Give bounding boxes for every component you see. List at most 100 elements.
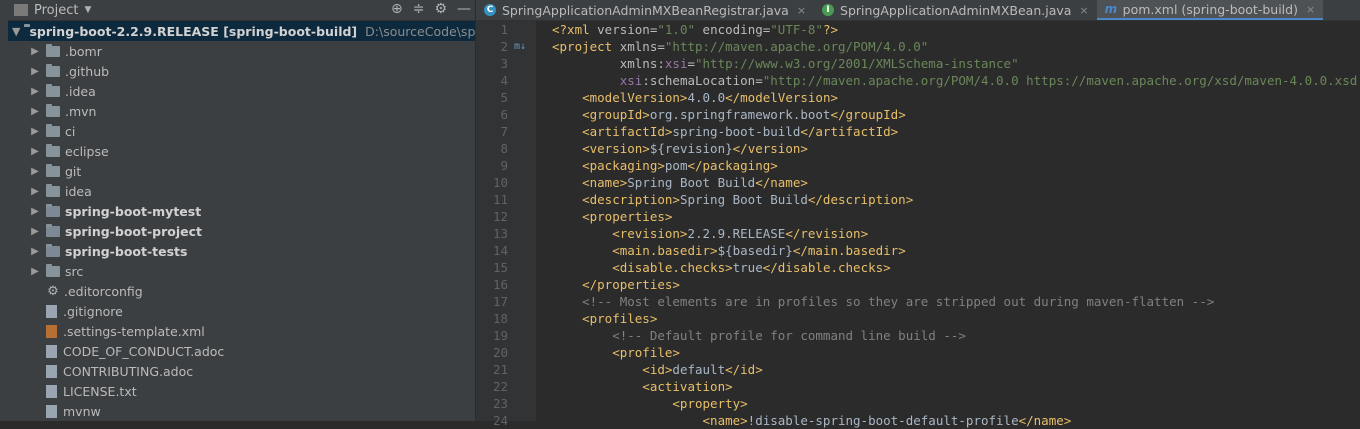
- folder-icon: [46, 63, 60, 77]
- code-token: org.springframework.boot: [649, 107, 831, 122]
- code-text: <id>default</id>: [542, 361, 763, 378]
- tree-item-label: git: [65, 163, 82, 179]
- collapsed-arrow-icon[interactable]: ▶: [30, 46, 40, 57]
- code-line: 7 <artifactId>spring-boot-build</artifac…: [476, 123, 1360, 140]
- code-line: 9 <packaging>pom</packaging>: [476, 157, 1360, 174]
- code-token: </id>: [725, 362, 763, 377]
- code-text: <property>: [542, 395, 747, 412]
- tree-item[interactable]: .gitignore: [8, 301, 475, 321]
- tree-item[interactable]: ▶ spring-boot-project: [8, 221, 475, 241]
- gutter-mark: [514, 106, 542, 123]
- maven-icon: m: [1104, 2, 1118, 16]
- code-token: "UTF-8": [770, 22, 823, 37]
- tree-item[interactable]: ⚙ .editorconfig: [8, 281, 475, 301]
- line-number: 3: [500, 56, 508, 71]
- tree-item[interactable]: ▶ idea: [8, 181, 475, 201]
- code-text: <description>Spring Boot Build</descript…: [542, 191, 913, 208]
- tree-item[interactable]: .settings-template.xml: [8, 321, 475, 341]
- collapsed-arrow-icon[interactable]: ▶: [30, 86, 40, 97]
- locate-icon[interactable]: ⊕: [391, 1, 403, 17]
- code-token: </modelVersion>: [725, 90, 838, 105]
- project-panel-title[interactable]: Project: [34, 3, 78, 18]
- gutter-mark: [514, 55, 542, 72]
- close-icon[interactable]: ×: [1306, 3, 1315, 16]
- tree-item[interactable]: mvnw: [8, 401, 475, 421]
- tree-item-label: ci: [65, 123, 76, 139]
- tree-root[interactable]: ▼ spring-boot-2.2.9.RELEASE [spring-boot…: [8, 21, 475, 41]
- code-line: 4 xsi:schemaLocation="http://maven.apach…: [476, 72, 1360, 89]
- editor-tab[interactable]: m pom.xml (spring-boot-build) ×: [1096, 0, 1324, 20]
- collapsed-arrow-icon[interactable]: ▶: [30, 106, 40, 117]
- code-text: <properties>: [542, 208, 672, 225]
- code-token: </artifactId>: [800, 124, 899, 139]
- tree-item-label: mvnw: [63, 403, 101, 419]
- tree-item[interactable]: CODE_OF_CONDUCT.adoc: [8, 341, 475, 361]
- code-line: 15 <disable.checks>true</disable.checks>: [476, 259, 1360, 276]
- editor-tab[interactable]: I SpringApplicationAdminMXBean.java ×: [814, 0, 1097, 20]
- tree-item[interactable]: CONTRIBUTING.adoc: [8, 361, 475, 381]
- close-icon[interactable]: ×: [797, 4, 806, 17]
- java-class-icon: C: [484, 4, 496, 16]
- tree-item[interactable]: ▶ spring-boot-tests: [8, 241, 475, 261]
- line-number: 13: [492, 226, 508, 241]
- collapsed-arrow-icon[interactable]: ▶: [30, 66, 40, 77]
- code-line: 20 <profile>: [476, 344, 1360, 361]
- collapsed-arrow-icon[interactable]: ▶: [30, 226, 40, 237]
- code-token: <!-- Most elements are in profiles so th…: [552, 294, 1215, 309]
- tree-item[interactable]: ▶ .bomr: [8, 41, 475, 61]
- collapsed-arrow-icon[interactable]: ▶: [30, 146, 40, 157]
- tree-item-label: idea: [65, 183, 92, 199]
- expanded-arrow-icon[interactable]: ▼: [12, 25, 20, 38]
- tree-item[interactable]: ▶ .github: [8, 61, 475, 81]
- code-line: 8 <version>${revision}</version>: [476, 140, 1360, 157]
- editor-tabs: C SpringApplicationAdminMXBeanRegistrar.j…: [476, 0, 1360, 21]
- code-token: <activation>: [552, 379, 733, 394]
- code-token: spring-boot-build: [672, 124, 801, 139]
- code-token: <?xml: [552, 22, 598, 37]
- collapsed-arrow-icon[interactable]: ▶: [30, 266, 40, 277]
- tree-item[interactable]: ▶ src: [8, 261, 475, 281]
- maven-override-icon[interactable]: m↓: [514, 38, 542, 55]
- collapsed-arrow-icon[interactable]: ▶: [30, 246, 40, 257]
- chevron-down-icon[interactable]: ▼: [84, 5, 91, 15]
- tree-item[interactable]: ▶ git: [8, 161, 475, 181]
- tree-item[interactable]: ▶ spring-boot-mytest: [8, 201, 475, 221]
- tree-item[interactable]: LICENSE.txt: [8, 381, 475, 401]
- tree-item[interactable]: ▶ .mvn: [8, 101, 475, 121]
- code-view[interactable]: 1 <?xml version="1.0" encoding="UTF-8"?> 2…: [476, 21, 1360, 429]
- line-number: 8: [500, 141, 508, 156]
- code-line: 21 <id>default</id>: [476, 361, 1360, 378]
- code-token: <properties>: [552, 209, 673, 224]
- code-token: :schemaLocation=: [642, 73, 763, 88]
- editor-tab[interactable]: C SpringApplicationAdminMXBeanRegistrar.j…: [476, 0, 814, 20]
- tree-item[interactable]: ▶ ci: [8, 121, 475, 141]
- line-number: 1: [500, 22, 508, 37]
- code-token: <profiles>: [552, 311, 658, 326]
- tree-item-label: spring-boot-project: [65, 223, 203, 239]
- tree-item[interactable]: ▶ .idea: [8, 81, 475, 101]
- line-number: 5: [500, 90, 508, 105]
- line-number: 2: [500, 39, 508, 54]
- folder-icon: [46, 163, 60, 177]
- close-icon[interactable]: ×: [1079, 4, 1088, 17]
- hide-icon[interactable]: —: [457, 1, 471, 17]
- file-icon: [46, 384, 57, 398]
- gutter-mark: [514, 310, 542, 327]
- code-text: <activation>: [542, 378, 733, 395]
- collapsed-arrow-icon[interactable]: ▶: [30, 206, 40, 217]
- line-number: 14: [492, 243, 508, 258]
- settings-gear-icon[interactable]: ⚙: [434, 1, 447, 17]
- editor-area: C SpringApplicationAdminMXBeanRegistrar.j…: [476, 0, 1360, 428]
- project-toolbar: ⊕ ≑ ⚙ —: [391, 1, 471, 17]
- collapsed-arrow-icon[interactable]: ▶: [30, 166, 40, 177]
- code-line: 10 <name>Spring Boot Build</name>: [476, 174, 1360, 191]
- code-text: <!-- Default profile for command line bu…: [542, 327, 966, 344]
- collapsed-arrow-icon[interactable]: ▶: [30, 186, 40, 197]
- collapsed-arrow-icon[interactable]: ▶: [30, 126, 40, 137]
- tree-item[interactable]: ▶ eclipse: [8, 141, 475, 161]
- code-token: version=: [597, 22, 658, 37]
- code-token: </groupId>: [830, 107, 906, 122]
- code-token: pom: [664, 158, 688, 173]
- gutter-mark: [514, 174, 542, 191]
- collapse-all-icon[interactable]: ≑: [413, 1, 425, 17]
